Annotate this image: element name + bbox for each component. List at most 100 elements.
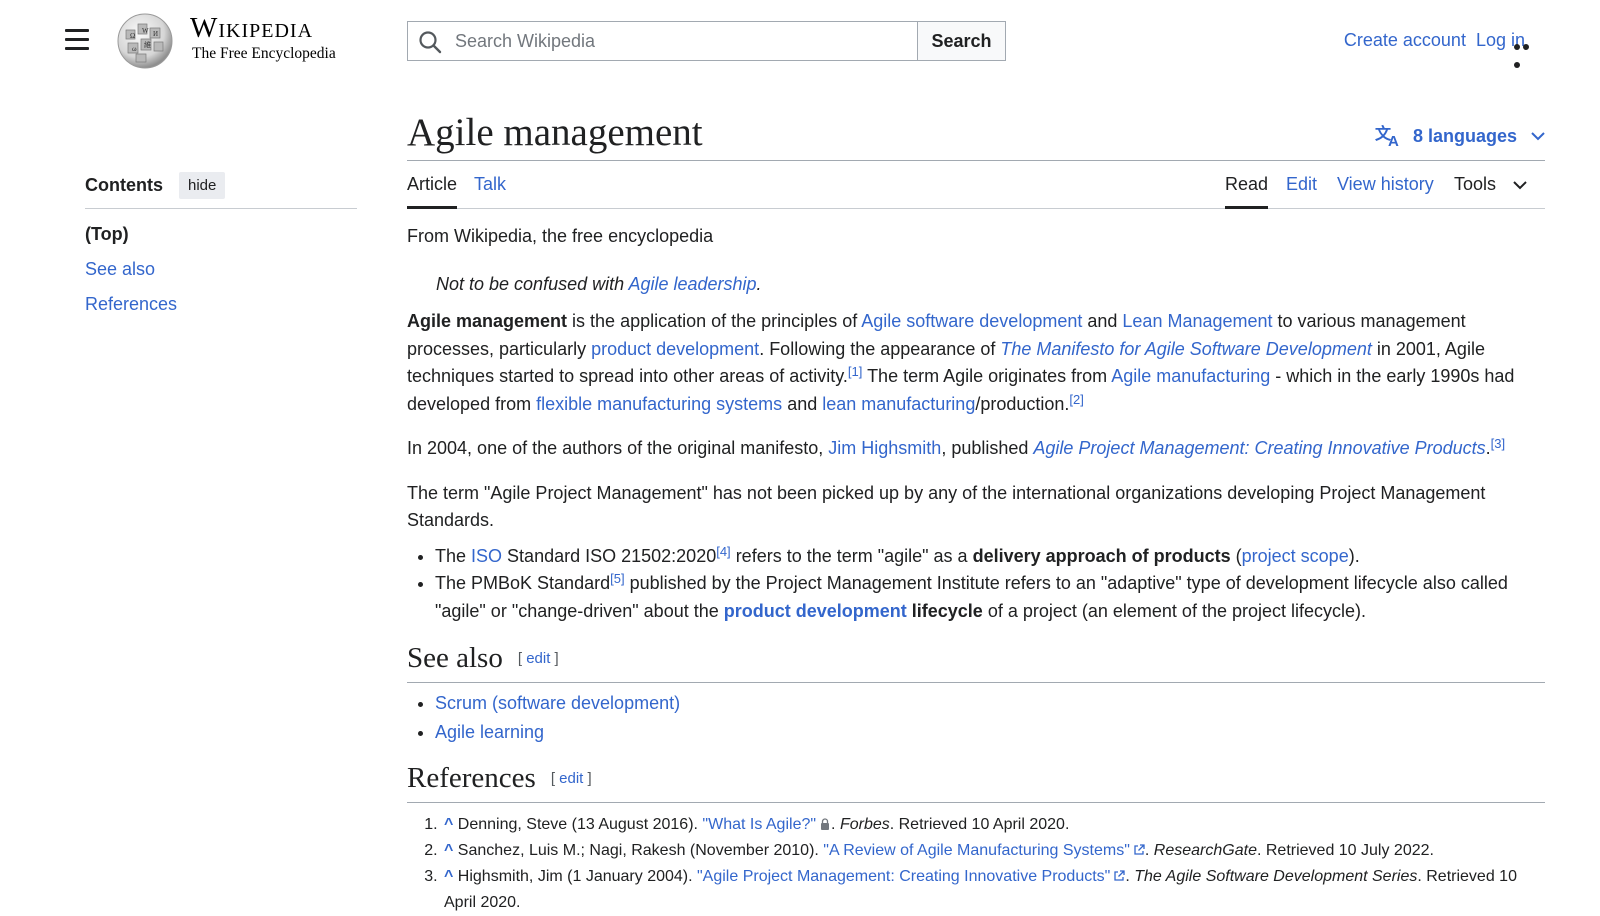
text: /production. xyxy=(975,393,1070,414)
tab-read[interactable]: Read xyxy=(1225,174,1269,209)
link-lean-management[interactable]: Lean Management xyxy=(1122,311,1272,331)
svg-text:維: 維 xyxy=(144,40,151,49)
hatnote-text: Not to be confused with xyxy=(436,273,629,294)
svg-text:И: И xyxy=(153,30,158,38)
search-input[interactable] xyxy=(453,22,913,60)
list-item: Scrum (software development) xyxy=(435,689,1545,718)
link-project-scope[interactable]: project scope xyxy=(1242,546,1349,566)
link-iso[interactable]: ISO xyxy=(471,546,502,566)
text: and xyxy=(1082,311,1123,331)
ref-publisher: Forbes xyxy=(839,815,890,833)
toc-item-label[interactable]: (Top) xyxy=(85,224,129,244)
svg-text:W: W xyxy=(142,27,149,35)
toc-item-label[interactable]: References xyxy=(85,294,177,314)
svg-text:A: A xyxy=(1388,133,1399,148)
language-icon: 文 A xyxy=(1375,124,1399,148)
tab-edit[interactable]: Edit xyxy=(1286,174,1317,209)
citation-4[interactable]: [4] xyxy=(716,544,730,559)
text: Standard ISO 21502:2020 xyxy=(502,545,717,566)
ref-text: Denning, Steve (13 August 2016). xyxy=(457,815,703,833)
external-link-icon xyxy=(1114,869,1126,881)
bold-term: Agile management xyxy=(407,311,568,331)
svg-text:Ω: Ω xyxy=(130,32,135,40)
edit-section: [ edit ] xyxy=(517,650,559,667)
create-account-link[interactable]: Create account xyxy=(1344,30,1466,51)
toc-item-top[interactable]: (Top) xyxy=(85,217,357,252)
site-subtitle: From Wikipedia, the free encyclopedia xyxy=(407,226,714,246)
chevron-down-icon xyxy=(1531,132,1545,141)
ref-publisher: The Agile Software Development Series xyxy=(1134,867,1418,885)
article-body: From Wikipedia, the free encyclopedia No… xyxy=(407,223,1545,916)
citation-2[interactable]: [2] xyxy=(1069,392,1083,407)
citation-3[interactable]: [3] xyxy=(1491,436,1505,451)
main-content: Agile management 文 A 8 languages Article… xyxy=(407,104,1545,916)
language-button[interactable]: 文 A 8 languages xyxy=(1375,124,1545,148)
list-item: The ISO Standard ISO 21502:2020[4] refer… xyxy=(435,543,1545,571)
paragraph-highsmith: In 2004, one of the authors of the origi… xyxy=(407,435,1545,463)
wordmark-name: Wikipedia xyxy=(190,12,314,44)
backlink-caret[interactable]: ^ xyxy=(444,816,453,833)
tab-article[interactable]: Article xyxy=(407,174,458,209)
citation-1[interactable]: [1] xyxy=(848,364,862,379)
main-menu-icon[interactable] xyxy=(64,29,90,51)
ref-link[interactable]: "A Review of Agile Manufacturing Systems… xyxy=(823,842,1130,859)
link-flexible-manufacturing[interactable]: flexible manufacturing systems xyxy=(536,394,782,414)
ref-link[interactable]: "What Is Agile?" xyxy=(702,816,816,833)
backlink-caret[interactable]: ^ xyxy=(444,868,453,885)
list-item: The PMBoK Standard[5] published by the P… xyxy=(435,570,1545,625)
text: is the application of the principles of xyxy=(567,311,862,331)
toc-list: (Top) See also References xyxy=(85,217,357,322)
edit-section: [ edit ] xyxy=(550,769,592,787)
table-of-contents: Contents hide (Top) See also References xyxy=(85,172,357,322)
see-also-list: Scrum (software development) Agile learn… xyxy=(407,689,1545,747)
paragraph-intro: Agile management is the application of t… xyxy=(407,308,1545,418)
reference-item: ^ Denning, Steve (13 August 2016). "What… xyxy=(442,812,1545,838)
citation-5[interactable]: [5] xyxy=(610,571,624,586)
ref-link[interactable]: "Agile Project Management: Creating Inno… xyxy=(697,868,1110,885)
link-agile-learning[interactable]: Agile learning xyxy=(435,722,544,742)
toc-header: Contents hide xyxy=(85,172,357,209)
tab-view-history[interactable]: View history xyxy=(1337,174,1434,209)
svg-text:ω: ω xyxy=(132,45,137,53)
hatnote-suffix: . xyxy=(756,273,762,294)
link-jim-highsmith[interactable]: Jim Highsmith xyxy=(828,438,941,458)
backlink-caret[interactable]: ^ xyxy=(444,842,453,859)
toc-item-references[interactable]: References xyxy=(85,287,357,322)
text: . Following the appearance of xyxy=(759,338,1001,359)
text: refers to the term "agile" as a xyxy=(730,545,973,566)
hatnote-link[interactable]: Agile leadership xyxy=(628,274,756,294)
edit-section-link[interactable]: edit xyxy=(526,650,550,667)
more-options-icon[interactable] xyxy=(1514,37,1540,68)
search-icon xyxy=(419,31,442,54)
wikipedia-wordmark[interactable]: Wikipedia The Free Encyclopedia xyxy=(190,14,336,63)
link-product-development[interactable]: product development xyxy=(591,339,759,359)
section-heading-see-also: See also [ edit ] xyxy=(407,641,1545,683)
link-lean-manufacturing[interactable]: lean manufacturing xyxy=(822,394,975,414)
edit-section-link[interactable]: edit xyxy=(559,770,583,787)
text: ( xyxy=(1230,545,1242,566)
language-count: 8 languages xyxy=(1412,125,1517,146)
text: The term Agile originates from xyxy=(862,366,1112,386)
toc-item-see-also[interactable]: See also xyxy=(85,252,357,287)
link-scrum[interactable]: Scrum (software development) xyxy=(435,693,680,713)
tab-talk[interactable]: Talk xyxy=(474,174,506,209)
ref-publisher: ResearchGate xyxy=(1153,841,1257,859)
link-agile-software-development[interactable]: Agile software development xyxy=(861,311,1082,331)
search-button[interactable]: Search xyxy=(917,21,1006,61)
toc-hide-button[interactable]: hide xyxy=(179,172,226,199)
title-row: Agile management 文 A 8 languages xyxy=(407,104,1545,161)
lock-icon xyxy=(821,817,830,830)
link-agile-pm-book[interactable]: Agile Project Management: Creating Innov… xyxy=(1033,438,1485,458)
user-links: Create account Log in xyxy=(1344,30,1525,51)
section-heading-references: References [ edit ] xyxy=(407,761,1545,803)
toc-item-label[interactable]: See also xyxy=(85,259,155,279)
tools-menu[interactable]: Tools xyxy=(1454,174,1527,209)
link-agile-manufacturing[interactable]: Agile manufacturing xyxy=(1111,366,1270,386)
chevron-down-icon xyxy=(1513,181,1527,190)
wikipedia-globe-logo[interactable]: Ω W И ω 維 xyxy=(114,12,176,70)
link-product-development[interactable]: product development xyxy=(724,601,907,621)
standards-list: The ISO Standard ISO 21502:2020[4] refer… xyxy=(407,543,1545,626)
tools-label: Tools xyxy=(1454,174,1497,194)
text: In 2004, one of the authors of the origi… xyxy=(407,438,829,458)
link-agile-manifesto[interactable]: The Manifesto for Agile Software Develop… xyxy=(1000,339,1372,359)
